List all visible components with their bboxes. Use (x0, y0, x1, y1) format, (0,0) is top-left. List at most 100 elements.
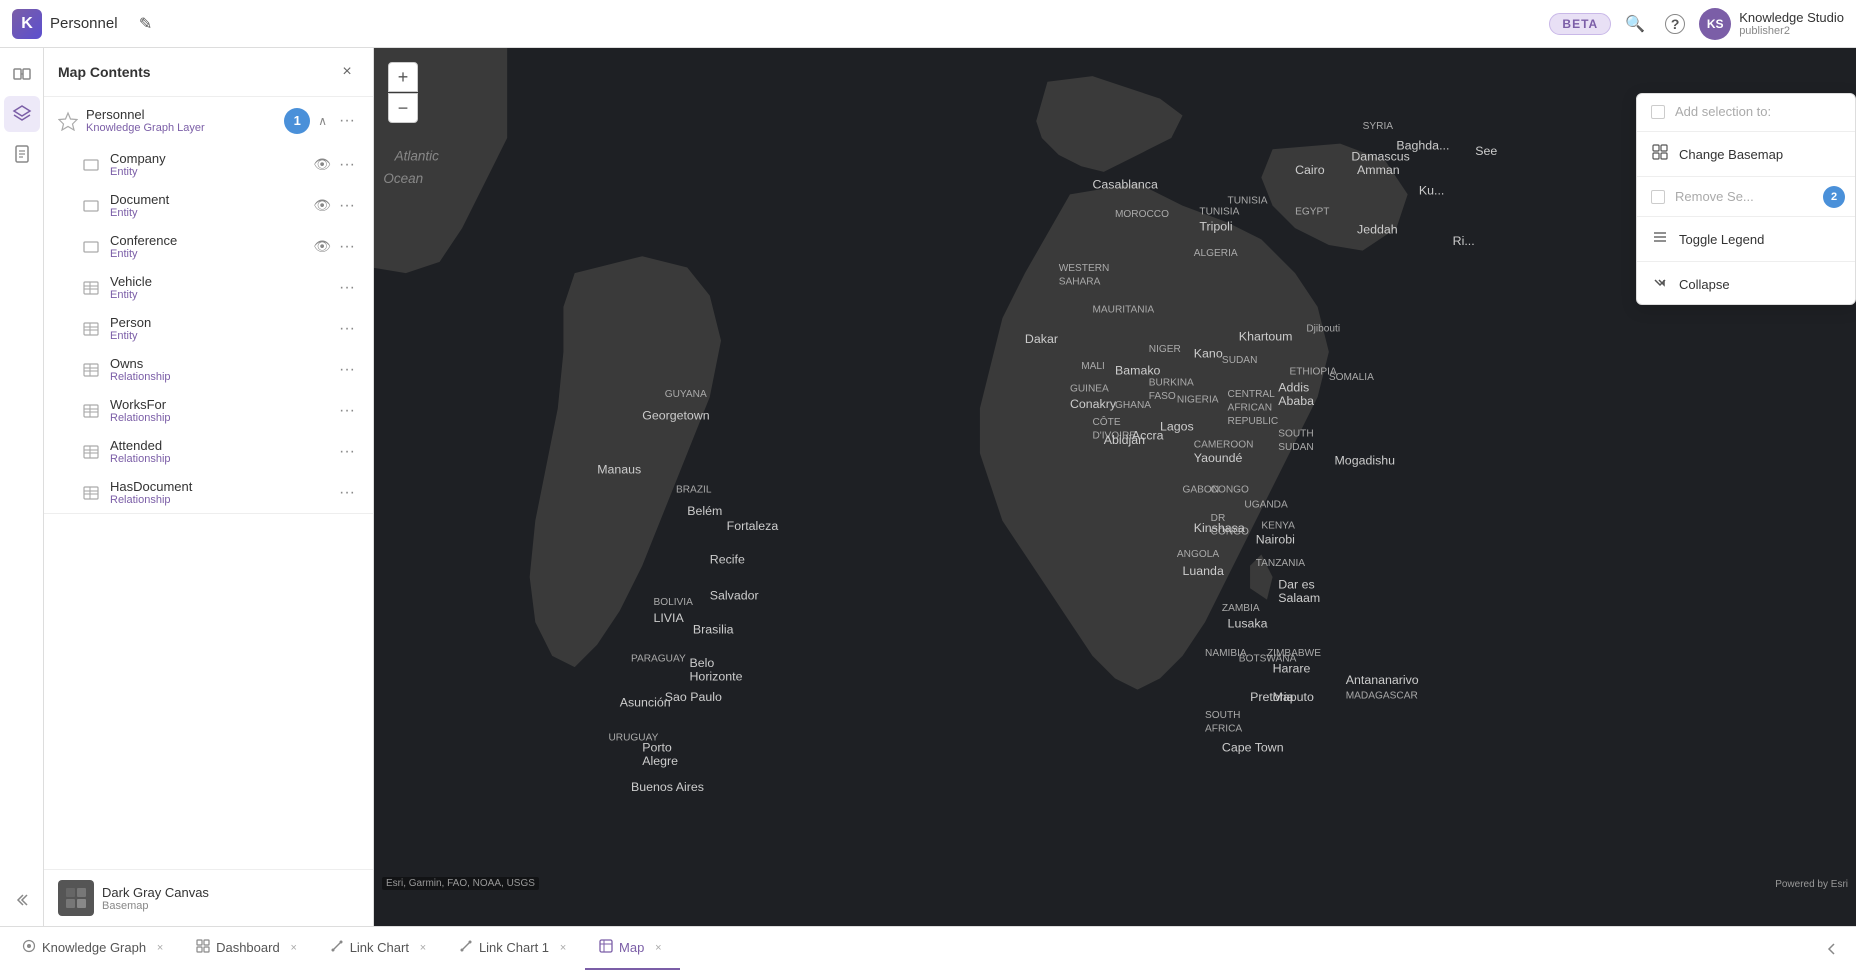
tab-link-chart-1[interactable]: Link Chart 1 × (445, 927, 585, 970)
layer-item-owns-actions: ··· (335, 359, 359, 381)
layer-item-attended-actions: ··· (335, 441, 359, 463)
layer-item-more-button[interactable]: ··· (335, 236, 359, 258)
bottom-tabs-bar: Knowledge Graph × Dashboard × Link Chart… (0, 926, 1856, 970)
panel-header: Map Contents × (44, 48, 373, 97)
kinshasa-label: Kinshasa (1194, 521, 1245, 535)
grid-svg-icon (1652, 144, 1668, 160)
context-menu-toggle-legend-label: Toggle Legend (1679, 232, 1764, 247)
tab-map[interactable]: Map × (585, 927, 680, 970)
zoom-in-button[interactable]: + (388, 62, 418, 92)
eye-icon[interactable]: 👁 (313, 238, 331, 255)
table-icon (82, 279, 100, 297)
layer-item-vehicle-type: Entity (110, 289, 327, 301)
basemap-grid-cell (77, 899, 86, 908)
syria-label: SYRIA (1363, 121, 1394, 132)
layer-group-badge: 1 (284, 108, 310, 134)
link-tab-icon (330, 939, 344, 953)
layer-item-person-info: Person Entity (110, 315, 327, 342)
layer-item-more-button[interactable]: ··· (335, 359, 359, 381)
sidebar-icon-layers[interactable] (4, 96, 40, 132)
tab-close-link-chart-1[interactable]: × (555, 940, 571, 956)
link-chart-icon (330, 939, 344, 956)
link1-tab-icon (459, 939, 473, 953)
beta-badge: BETA (1549, 13, 1611, 35)
angola-label: ANGOLA (1177, 549, 1219, 560)
layer-item-more-button[interactable]: ··· (335, 482, 359, 504)
zoom-out-button[interactable]: − (388, 93, 418, 123)
map-area[interactable]: Atlantic Ocean Casablanca MOROCCO TUNISI… (374, 48, 1856, 926)
tab-dashboard[interactable]: Dashboard × (182, 927, 316, 970)
star-icon (58, 111, 78, 131)
mauritania-label: MAURITANIA (1092, 305, 1154, 316)
somalia-label: SOMALIA (1329, 372, 1374, 383)
madagascar-label: MADAGASCAR (1346, 691, 1418, 702)
guyana-label: GUYANA (665, 389, 707, 400)
chevron-left-icon (1824, 941, 1840, 957)
layer-group-header[interactable]: Personnel Knowledge Graph Layer 1 ∧ ··· (44, 97, 373, 144)
tab-close-knowledge-graph[interactable]: × (152, 940, 168, 956)
entity-rect-icon (82, 197, 100, 215)
cameroon-label: CAMEROON (1194, 440, 1254, 451)
belo-horizonte-label: Belo (690, 656, 715, 670)
lusaka-label: Lusaka (1228, 617, 1268, 631)
cairo-label: Cairo (1295, 163, 1325, 177)
bolivia2-label: LIVIA (653, 611, 684, 625)
context-menu-change-basemap[interactable]: Change Basemap (1637, 134, 1855, 174)
tab-close-dashboard[interactable]: × (286, 940, 302, 956)
list-svg-icon (1652, 229, 1668, 245)
user-role: publisher2 (1739, 25, 1844, 37)
context-menu-collapse[interactable]: Collapse (1637, 264, 1855, 304)
layer-item-worksfor-name: WorksFor (110, 397, 327, 412)
layer-item-more-button[interactable]: ··· (335, 154, 359, 176)
list-item: Person Entity ··· (72, 308, 373, 349)
context-menu-toggle-legend[interactable]: Toggle Legend (1637, 219, 1855, 259)
edit-title-button[interactable]: ✎ (130, 8, 162, 40)
layer-item-more-button[interactable]: ··· (335, 195, 359, 217)
list-item: Vehicle Entity ··· (72, 267, 373, 308)
kg-tab-icon (22, 939, 36, 953)
layer-item-more-button[interactable]: ··· (335, 318, 359, 340)
tab-close-link-chart[interactable]: × (415, 940, 431, 956)
layer-item-more-button[interactable]: ··· (335, 441, 359, 463)
list-item: Document Entity 👁 ··· (72, 185, 373, 226)
dar-es-salaam2-label: Salaam (1278, 591, 1320, 605)
sidebar-collapse-button[interactable] (4, 882, 40, 918)
help-button[interactable]: ? (1659, 8, 1691, 40)
tab-knowledge-graph[interactable]: Knowledge Graph × (8, 927, 182, 970)
layer-group-more-button[interactable]: ··· (335, 110, 359, 132)
list-item: Attended Relationship ··· (72, 431, 373, 472)
context-menu-remove-selection[interactable]: Remove Se... 2 (1637, 179, 1855, 214)
panel-close-button[interactable]: × (335, 60, 359, 84)
search-button[interactable]: 🔍 (1619, 8, 1651, 40)
list-item: Owns Relationship ··· (72, 349, 373, 390)
ababa-label: Ababa (1278, 394, 1314, 408)
tab-link-chart[interactable]: Link Chart × (316, 927, 445, 970)
layer-item-owns-info: Owns Relationship (110, 356, 327, 383)
layer-item-attended-type: Relationship (110, 453, 327, 465)
porto-alegre-label: Porto (642, 741, 672, 755)
layer-item-more-button[interactable]: ··· (335, 277, 359, 299)
tab-close-map[interactable]: × (650, 940, 666, 956)
manaus-label: Manaus (597, 462, 641, 476)
sidebar-icon-notebook[interactable] (4, 136, 40, 172)
uganda-label: UGANDA (1244, 499, 1288, 510)
eye-icon[interactable]: 👁 (313, 156, 331, 173)
tripoli-label: Tripoli (1199, 219, 1232, 233)
avatar[interactable]: KS (1699, 8, 1731, 40)
context-menu-add-selection[interactable]: Add selection to: (1637, 94, 1855, 129)
brazil-label: BRAZIL (676, 485, 712, 496)
south-africa2-label: AFRICA (1205, 723, 1242, 734)
atlantic-ocean-label2: Ocean (383, 171, 423, 186)
basemap-grid-cell (66, 888, 75, 897)
tab-map-label: Map (619, 940, 644, 955)
layer-item-more-button[interactable]: ··· (335, 400, 359, 422)
south-sudan-label: SOUTH (1278, 428, 1313, 439)
context-menu-divider (1637, 131, 1855, 132)
dash-tab-icon (196, 939, 210, 953)
eye-icon[interactable]: 👁 (313, 197, 331, 214)
context-menu: Add selection to: Change Basemap (1636, 93, 1856, 305)
sidebar-panel-collapse-button[interactable] (1816, 927, 1848, 970)
paraguay-label: PARAGUAY (631, 653, 686, 664)
layer-item-document-info: Document Entity (110, 192, 305, 219)
sidebar-icon-connections[interactable] (4, 56, 40, 92)
